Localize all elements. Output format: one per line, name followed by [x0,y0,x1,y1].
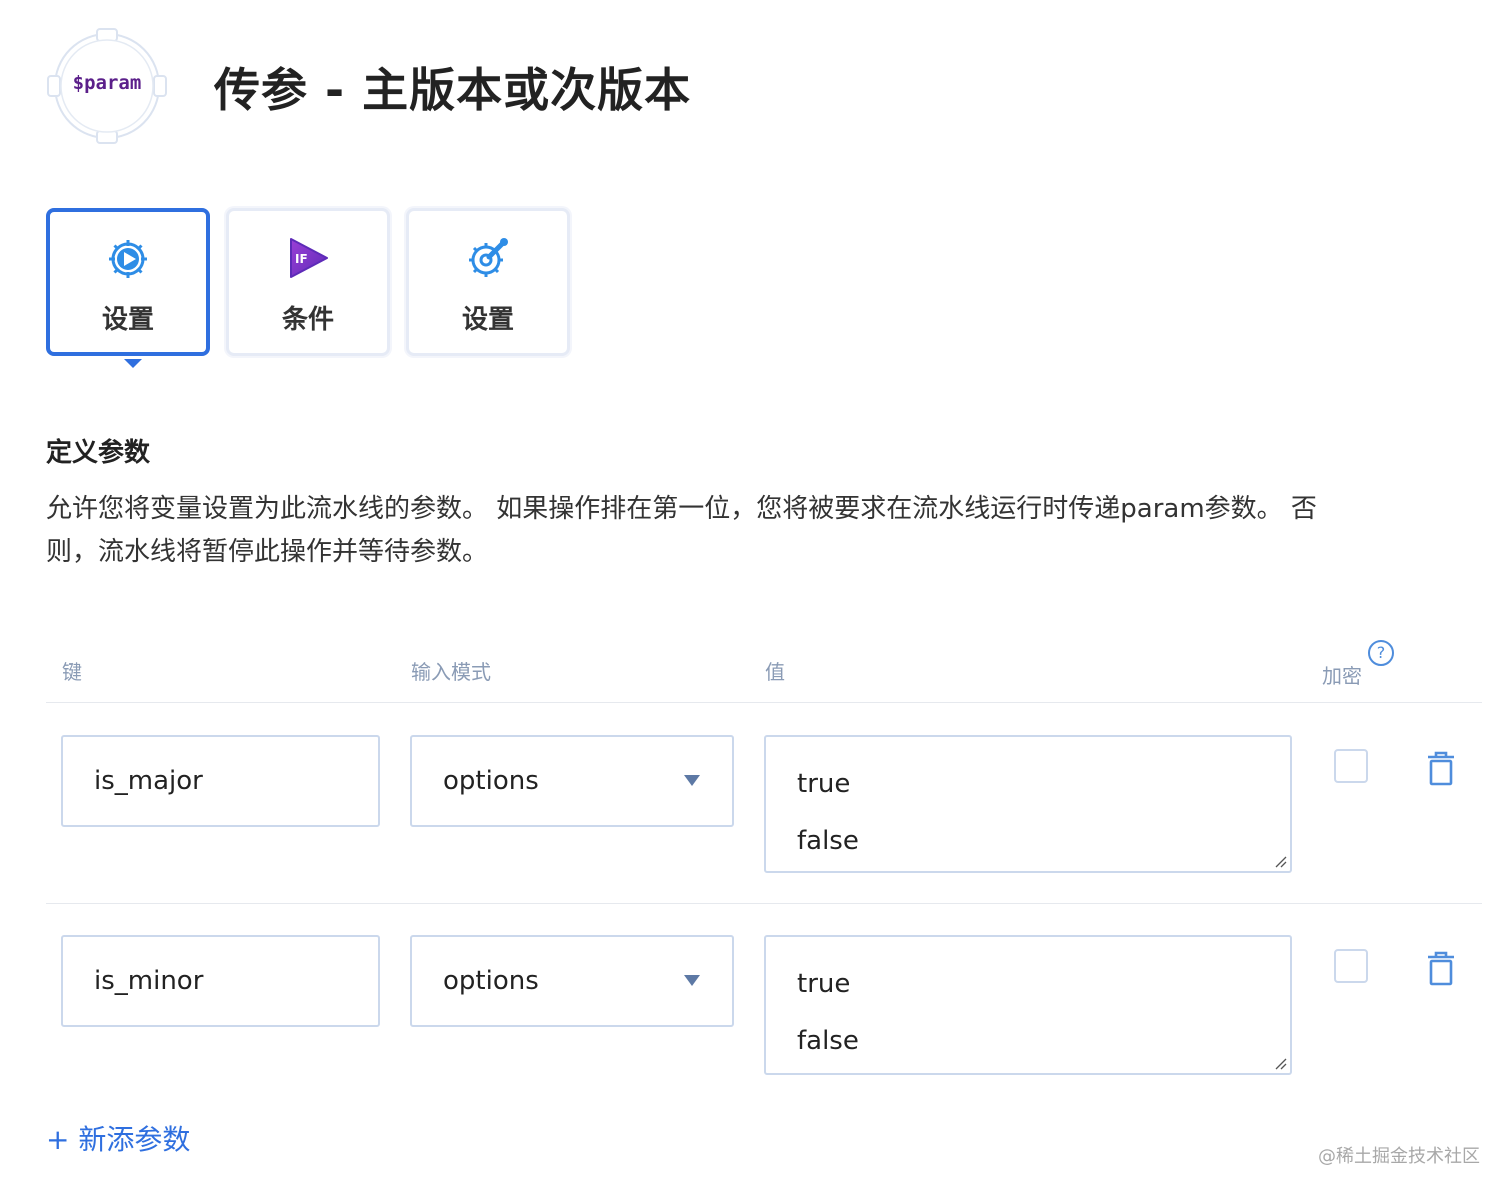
key-input[interactable]: is_minor [61,935,380,1027]
description-line: 则，流水线将暂停此操作并等待参数。 [46,537,489,567]
resize-handle-icon[interactable] [1273,854,1287,868]
trash-icon[interactable] [1424,949,1458,987]
input-mode-select[interactable]: options [410,935,734,1027]
tab-settings-play[interactable]: 设置 [46,208,210,368]
active-tab-pointer [124,359,142,368]
page-title: 传参 - 主版本或次版本 [214,63,692,117]
play-gear-icon [50,236,206,282]
column-header-value: 值 [765,660,785,684]
watermark: @稀土掘金技术社区 [1318,1146,1480,1167]
add-parameter-link[interactable]: + 新添参数 [46,1118,190,1158]
column-header-key: 键 [62,660,82,684]
tab-settings-wrench[interactable]: 设置 [406,208,570,356]
resize-handle-icon[interactable] [1273,1056,1287,1070]
section-description: 允许您将变量设置为此流水线的参数。 如果操作排在第一位，您将被要求在流水线运行时… [46,488,1446,574]
value-option: false [797,826,859,856]
description-line: 允许您将变量设置为此流水线的参数。 如果操作排在第一位，您将被要求在流水线运行时… [46,494,1317,524]
if-play-icon: IF [229,235,387,281]
input-mode-value: options [443,766,539,796]
wrench-gear-icon [409,235,567,281]
action-tabs: 设置 IF 条件 设置 [46,208,606,368]
tab-conditions[interactable]: IF 条件 [226,208,390,356]
encrypt-checkbox[interactable] [1334,949,1368,983]
param-logo: $param [46,28,168,144]
divider [46,702,1482,703]
trash-icon[interactable] [1424,749,1458,787]
value-option: false [797,1026,859,1056]
values-textarea[interactable]: true false [764,735,1292,873]
values-textarea[interactable]: true false [764,935,1292,1075]
section-title: 定义参数 [46,438,151,468]
tab-label: 设置 [461,305,514,335]
help-icon[interactable]: ? [1368,640,1394,666]
input-mode-value: options [443,966,539,996]
dropdown-caret-icon [684,975,700,986]
column-header-encrypt: 加密 [1322,664,1362,688]
page-header: $param 传参 - 主版本或次版本 [46,28,946,148]
svg-text:IF: IF [295,252,308,266]
key-input[interactable]: is_major [61,735,380,827]
table-row: is_minor options true false [0,935,1512,1075]
tab-label: 设置 [101,305,154,335]
table-row: is_major options true false [0,735,1512,875]
dropdown-caret-icon [684,775,700,786]
encrypt-checkbox[interactable] [1334,749,1368,783]
value-option: true [797,769,851,799]
input-mode-select[interactable]: options [410,735,734,827]
tab-label: 条件 [281,305,334,335]
divider [46,903,1482,904]
logo-text: $param [72,72,142,94]
column-header-input-mode: 输入模式 [411,660,491,684]
value-option: true [797,969,851,999]
